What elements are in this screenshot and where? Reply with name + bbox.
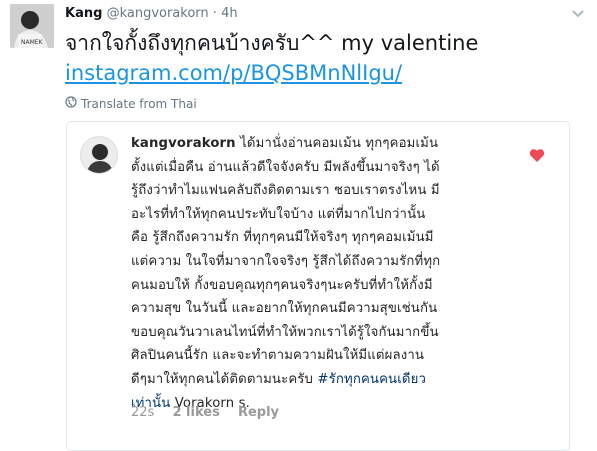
comment-line: ศิลปินคนนี้รัก และจะทำตามความฝันให้มีแต่…: [131, 348, 425, 364]
tweet-body: จากใจกั้งถึงทุกคนบ้างครับ^^ my valentine…: [65, 28, 478, 88]
globe-icon: [65, 96, 77, 111]
comment-line-with-hashtag: ดีๆมาให้ทุกคนได้ติดตามนะครับ #รักทุกคนคน…: [131, 368, 543, 392]
tweet-text: จากใจกั้งถึงทุกคนบ้างครับ^^ my valentine: [65, 31, 479, 55]
comment-age: 22s: [131, 405, 155, 420]
author-name[interactable]: Kang: [65, 6, 102, 21]
comment-text: ดีๆมาให้ทุกคนได้ติดตามนะครับ: [131, 371, 314, 387]
translate-button[interactable]: Translate from Thai: [65, 96, 197, 111]
author-handle[interactable]: @kangvorakorn: [107, 6, 209, 21]
tweet-link[interactable]: instagram.com/p/BQSBMnNlIgu/: [65, 58, 478, 88]
comment-likes[interactable]: 2 likes: [172, 405, 219, 420]
comment-line: อะไรที่ทำให้ทุกคนประทับใจบ้าง แต่ที่มากไ…: [131, 206, 426, 222]
heart-icon[interactable]: [529, 148, 545, 163]
tweet-header: Kang @kangvorakorn · 4h: [65, 6, 238, 21]
author-avatar[interactable]: NAMEK: [10, 4, 54, 48]
comment-line: ขอบคุณวันวาเลนไทน์ที่ทำให้พวกเราได้รู้ใจ…: [131, 324, 439, 340]
comment-meta: 22s 2 likes Reply: [131, 405, 293, 420]
instagram-comment-card[interactable]: kangvorakorn ได้มานั่งอ่านคอมเม้น ทุกๆคอ…: [66, 121, 570, 451]
comment-username[interactable]: kangvorakorn: [131, 136, 236, 151]
comment-line: ความสุข ในวันนี้ และอยากให้ทุกคนมีความสุ…: [131, 301, 438, 317]
translate-label: Translate from Thai: [81, 96, 197, 111]
comment-line: ตั้งแต่เมื่อคืน อ่านแล้วดีใจจังครับ มีพล…: [131, 159, 440, 175]
comment-line-0: kangvorakorn ได้มานั่งอ่านคอมเม้น ทุกๆคอ…: [131, 132, 543, 156]
comment-line: แต่ความ ในใจที่มาจากใจจริงๆ รู้สึกได้ถึง…: [131, 253, 441, 269]
comment-text: ได้มานั่งอ่านคอมเม้น ทุกๆคอมเม้น: [240, 136, 439, 151]
separator-dot: ·: [212, 6, 217, 21]
reply-button[interactable]: Reply: [238, 405, 279, 420]
comment-line: คนมอบให้ กั้งขอบคุณทุกๆคนจริงๆนะครับที่ท…: [131, 277, 433, 293]
comment-line: คือ รู้สึกถึงความรัก ที่ทุกๆคนมีให้จริงๆ…: [131, 230, 434, 246]
commenter-avatar: [80, 136, 118, 174]
tweet-time[interactable]: 4h: [221, 6, 238, 21]
chevron-down-icon[interactable]: [572, 4, 584, 18]
comment-line: รู้ถึงว่าทำไมแฟนคลับถึงติดตามเรา ชอบเราต…: [131, 183, 440, 199]
hashtag-link[interactable]: #รักทุกคนคนเดียว: [317, 372, 426, 387]
svg-text:NAMEK: NAMEK: [21, 39, 44, 46]
comment-body: kangvorakorn ได้มานั่งอ่านคอมเม้น ทุกๆคอ…: [131, 132, 543, 415]
